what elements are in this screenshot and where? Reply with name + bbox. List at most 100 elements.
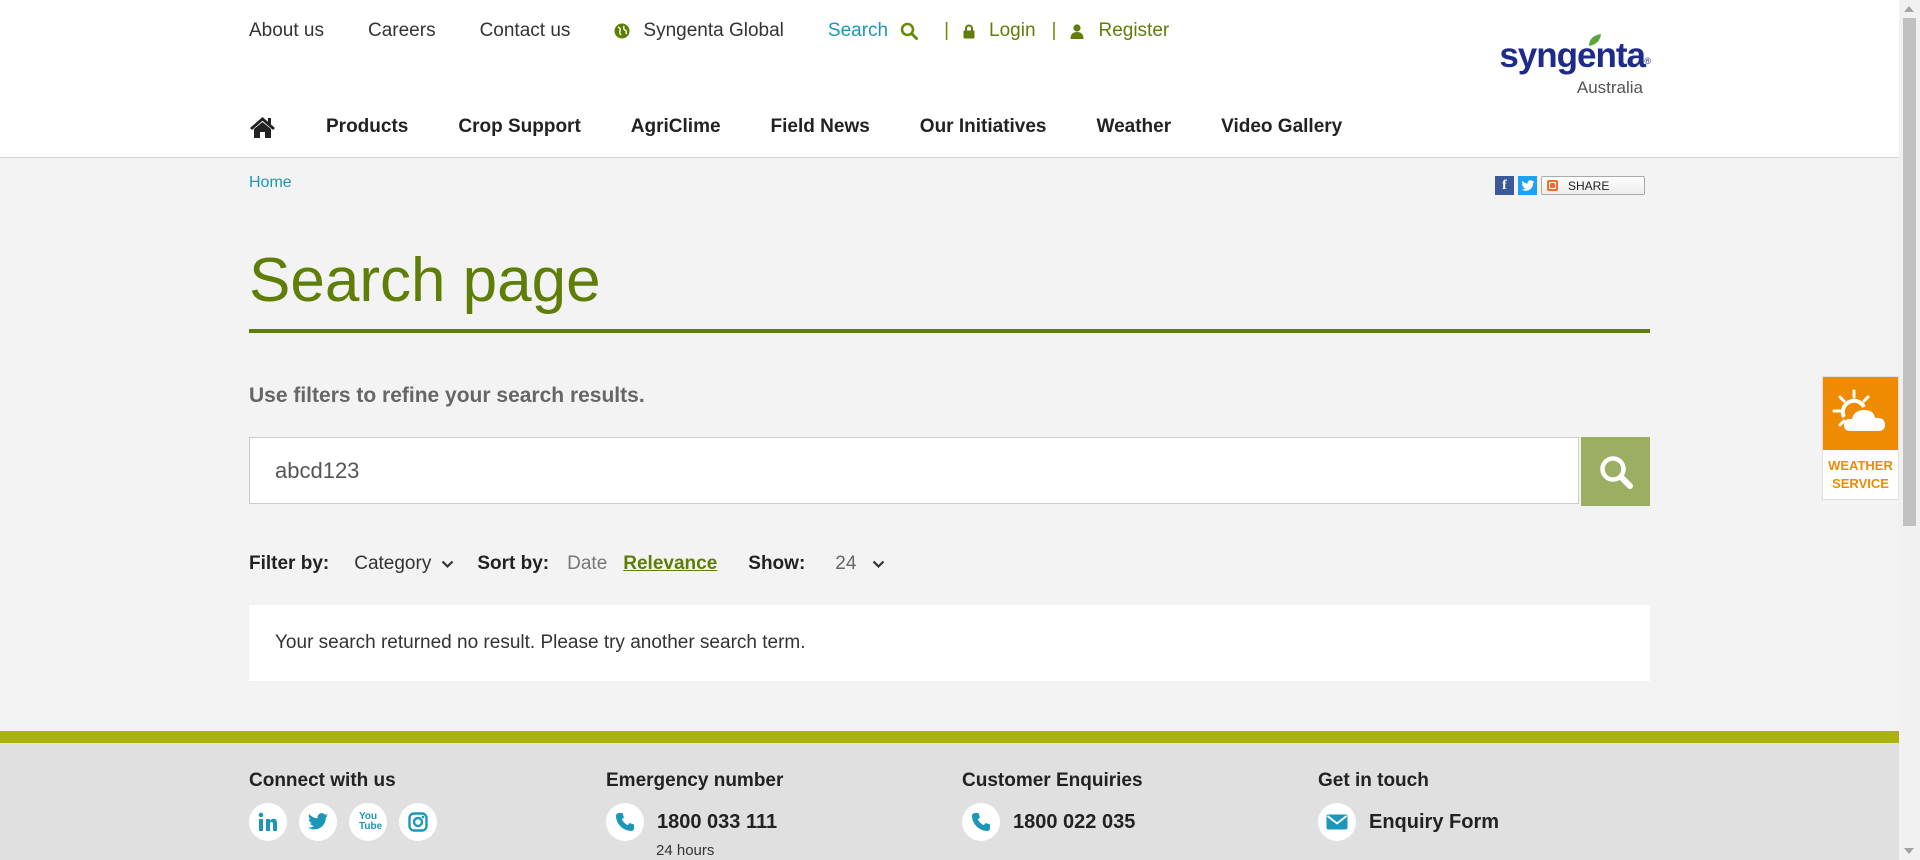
search-instructions: Use filters to refine your search result… (249, 384, 645, 407)
nav-crop-support[interactable]: Crop Support (458, 116, 580, 138)
linkedin-glyph (258, 812, 277, 831)
chevron-down-icon (442, 560, 454, 568)
user-icon (1070, 23, 1084, 39)
utility-nav: About us Careers Contact us Syngenta Glo… (249, 20, 1185, 42)
syngenta-logo[interactable]: syngenta ® Australia (1499, 34, 1651, 102)
page-scrollbar[interactable] (1899, 0, 1920, 860)
enquiries-row: 1800 022 035 (962, 803, 1143, 841)
enquiries-phone-number[interactable]: 1800 022 035 (1013, 811, 1135, 834)
emergency-note: 24 hours (656, 842, 715, 859)
youtube-icon[interactable]: You Tube (349, 803, 387, 841)
linkedin-icon[interactable] (249, 803, 287, 841)
twitter-bird-icon (1521, 179, 1534, 191)
filter-bar: Filter by: Category Sort by: Date Releva… (249, 552, 885, 576)
logo-country: Australia (1576, 78, 1643, 97)
social-links: You Tube (249, 803, 449, 841)
youtube-glyph: You Tube (359, 811, 383, 832)
main-nav: Products Crop Support AgriClime Field Ne… (249, 114, 1392, 140)
touch-row: Enquiry Form (1318, 803, 1499, 841)
share-button[interactable]: SHARE (1541, 176, 1645, 195)
home-icon (250, 116, 275, 138)
show-count-value: 24 (835, 553, 857, 574)
sun-cloud-icon (1832, 389, 1885, 431)
weather-label-line2: SERVICE (1832, 476, 1889, 491)
sort-by-label: Sort by: (477, 553, 550, 574)
scrollbar-thumb[interactable] (1903, 18, 1916, 526)
category-value: Category (354, 553, 432, 574)
phone-glyph (616, 813, 634, 831)
results-panel: Your search returned no result. Please t… (249, 605, 1650, 681)
syngenta-global-label: Syngenta Global (643, 20, 784, 41)
scroll-down-arrow[interactable] (1904, 848, 1914, 854)
syngenta-global-link[interactable]: Syngenta Global (614, 20, 784, 42)
weather-widget-header (1823, 377, 1898, 450)
sort-date-option[interactable]: Date (567, 553, 607, 575)
search-input[interactable] (249, 437, 1579, 504)
nav-products[interactable]: Products (326, 116, 408, 138)
weather-service-widget[interactable]: WEATHER SERVICE (1822, 376, 1899, 500)
envelope-glyph (1326, 814, 1348, 830)
phone-icon (606, 803, 644, 841)
nav-agriclime[interactable]: AgriClime (631, 116, 721, 138)
category-dropdown[interactable]: Category (354, 553, 454, 575)
enquiries-title: Customer Enquiries (962, 770, 1143, 791)
search-submit-button[interactable] (1581, 437, 1650, 506)
login-link[interactable]: Login (963, 20, 1036, 42)
touch-title: Get in touch (1318, 770, 1429, 791)
nav-video-gallery[interactable]: Video Gallery (1221, 116, 1342, 138)
facebook-share-icon[interactable]: f (1495, 176, 1514, 195)
nav-our-initiatives[interactable]: Our Initiatives (920, 116, 1047, 138)
show-label: Show: (748, 553, 806, 574)
enquiry-form-link[interactable]: Enquiry Form (1369, 811, 1499, 834)
footer-emergency: Emergency number 1800 033 111 24 hours (606, 770, 783, 859)
show-count-dropdown[interactable]: 24 (835, 553, 885, 575)
envelope-icon (1318, 803, 1356, 841)
sort-relevance-option[interactable]: Relevance (623, 553, 717, 575)
breadcrumb-home[interactable]: Home (249, 174, 292, 192)
weather-widget-label: WEATHER SERVICE (1823, 457, 1898, 493)
header-search-link[interactable]: Search (827, 20, 919, 42)
logo-registered-mark: ® (1644, 56, 1651, 66)
filter-by-label: Filter by: (249, 553, 330, 574)
footer-connect: Connect with us You Tube (249, 770, 449, 841)
site-header: About us Careers Contact us Syngenta Glo… (0, 0, 1899, 158)
chevron-down-icon (873, 560, 885, 568)
scroll-up-arrow[interactable] (1904, 6, 1914, 12)
page-title: Search page (249, 246, 601, 315)
footer-get-in-touch: Get in touch Enquiry Form (1318, 770, 1499, 841)
register-link[interactable]: Register (1070, 20, 1169, 42)
phone-glyph (972, 813, 990, 831)
instagram-glyph (408, 812, 428, 832)
search-icon (900, 22, 919, 40)
logo-wordmark: syngenta (1499, 36, 1646, 75)
emergency-phone-number[interactable]: 1800 033 111 (657, 811, 777, 834)
weather-label-line1: WEATHER (1828, 458, 1893, 473)
instagram-icon[interactable] (399, 803, 437, 841)
emergency-title: Emergency number (606, 770, 784, 791)
login-label: Login (989, 20, 1036, 41)
footer-enquiries: Customer Enquiries 1800 022 035 (962, 770, 1143, 841)
twitter-share-icon[interactable] (1518, 176, 1537, 195)
nav-weather[interactable]: Weather (1097, 116, 1172, 138)
home-nav-link[interactable] (249, 116, 276, 139)
share-bar: f SHARE (1495, 176, 1645, 195)
separator: | (944, 20, 950, 41)
register-label: Register (1098, 20, 1170, 41)
careers-link[interactable]: Careers (368, 20, 436, 42)
twitter-icon[interactable] (299, 803, 337, 841)
no-results-message: Your search returned no result. Please t… (275, 632, 806, 653)
addthis-icon (1547, 180, 1558, 191)
footer-accent-band (0, 731, 1899, 743)
connect-title: Connect with us (249, 770, 396, 791)
header-search-label: Search (827, 20, 889, 41)
phone-icon (962, 803, 1000, 841)
nav-field-news[interactable]: Field News (771, 116, 870, 138)
site-footer: Connect with us You Tube Emergency numbe… (0, 743, 1899, 860)
title-divider (249, 329, 1650, 333)
emergency-row: 1800 033 111 (606, 803, 783, 841)
share-label: SHARE (1568, 178, 1610, 193)
about-us-link[interactable]: About us (249, 20, 324, 42)
twitter-glyph (308, 813, 328, 830)
lock-icon (963, 24, 975, 38)
contact-us-link[interactable]: Contact us (480, 20, 571, 42)
